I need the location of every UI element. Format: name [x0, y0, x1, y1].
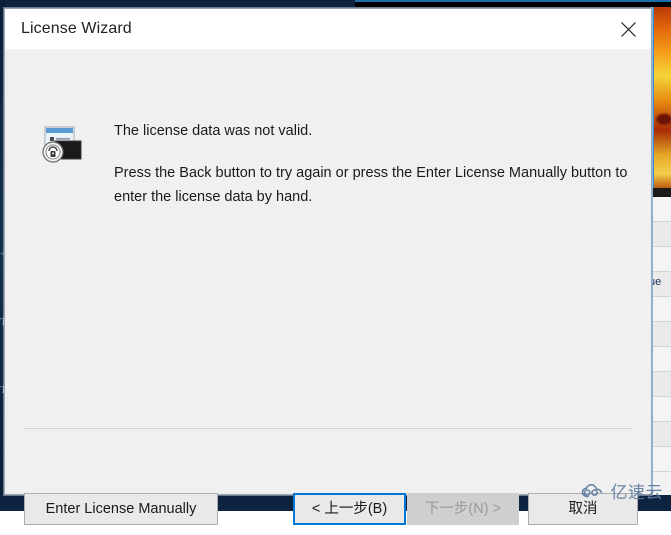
background-list-row	[653, 347, 671, 372]
background-list-panel: ue	[649, 188, 671, 511]
background-list-row: ue	[649, 272, 671, 297]
watermark: 亿速云	[581, 478, 664, 503]
cloud-icon	[581, 483, 607, 499]
background-list-row	[653, 247, 671, 272]
background-top-bar	[355, 0, 671, 7]
close-x-icon	[620, 21, 637, 38]
message-block: The license data was not valid. Press th…	[114, 121, 629, 209]
background-list-row	[653, 222, 671, 247]
close-button[interactable]	[605, 9, 651, 49]
enter-license-manually-button[interactable]: Enter License Manually	[24, 493, 218, 525]
footer-separator	[23, 428, 633, 429]
background-list-row	[653, 447, 671, 472]
next-button: 下一步(N) >	[407, 493, 519, 525]
dialog-titlebar: License Wizard	[5, 9, 651, 49]
dialog-button-bar: Enter License Manually < 上一步(B) 下一步(N) >…	[5, 449, 651, 535]
message-primary: The license data was not valid.	[114, 123, 313, 139]
dialog-content-area: The license data was not valid. Press th…	[5, 49, 651, 525]
background-list-row	[653, 372, 671, 397]
message-instructions: Press the Back button to try again or pr…	[114, 165, 628, 205]
license-wizard-dialog: License Wizard The license data was not …	[4, 8, 652, 525]
background-photo-thumbnail	[654, 7, 671, 188]
dialog-title: License Wizard	[21, 20, 132, 37]
background-list-header	[653, 188, 671, 197]
watermark-text: 亿速云	[610, 483, 663, 502]
license-certificate-lock-icon	[37, 121, 85, 169]
background-list-row	[653, 397, 671, 422]
back-button[interactable]: < 上一步(B)	[293, 493, 406, 525]
background-list-row	[653, 197, 671, 222]
background-list-row	[653, 297, 671, 322]
background-list-row	[653, 422, 671, 447]
background-list-row	[653, 322, 671, 347]
